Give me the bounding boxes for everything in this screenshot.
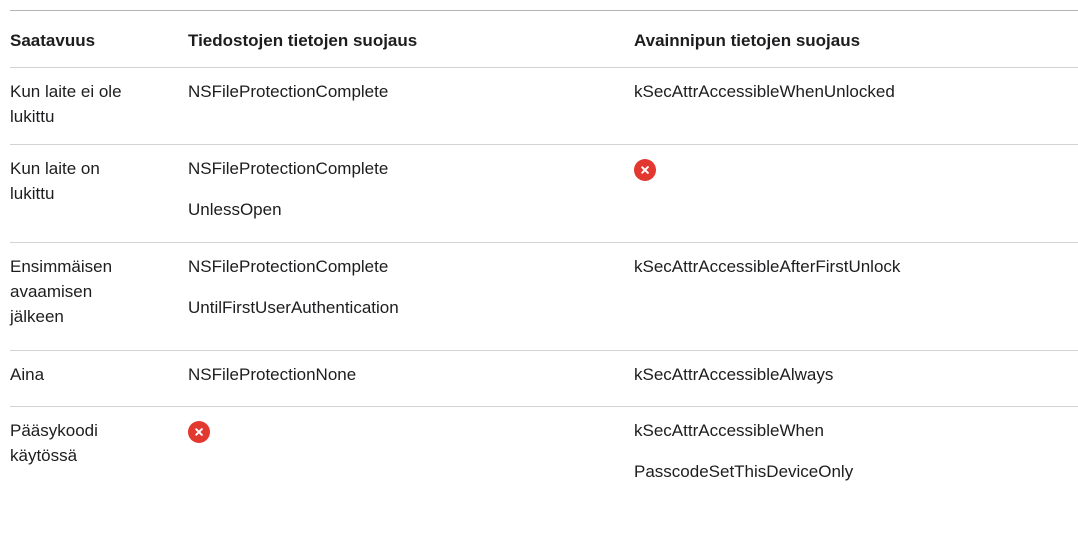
file-protection-cell: NSFileProtectionComplete UnlessOpen bbox=[188, 145, 634, 242]
keychain-protection-cell bbox=[634, 145, 1078, 242]
table-row: Kun laite ei ole lukittu NSFileProtectio… bbox=[10, 68, 1078, 145]
file-protection-cell: NSFileProtectionNone bbox=[188, 351, 634, 406]
availability-text: Pääsykoodi bbox=[10, 421, 98, 440]
table-header-row: Saatavuus Tiedostojen tietojen suojaus A… bbox=[10, 11, 1078, 68]
file-protection-text: NSFileProtectionComplete bbox=[188, 82, 389, 101]
header-keychain-protection: Avainnipun tietojen suojaus bbox=[634, 31, 861, 50]
keychain-protection-text: PasscodeSetThisDeviceOnly bbox=[634, 462, 854, 481]
availability-text: Aina bbox=[10, 365, 45, 384]
availability-text: jälkeen bbox=[10, 307, 64, 326]
file-protection-text: NSFileProtectionComplete bbox=[188, 257, 389, 276]
availability-text: käytössä bbox=[10, 446, 78, 465]
table-row: Aina NSFileProtectionNone kSecAttrAccess… bbox=[10, 351, 1078, 407]
file-protection-text: UntilFirstUserAuthentication bbox=[188, 298, 399, 317]
availability-text: lukittu bbox=[10, 184, 55, 203]
data-protection-table: Saatavuus Tiedostojen tietojen suojaus A… bbox=[10, 10, 1078, 533]
keychain-protection-cell: kSecAttrAccessibleWhen PasscodeSetThisDe… bbox=[634, 407, 1078, 533]
keychain-protection-text: kSecAttrAccessibleAfterFirstUnlock bbox=[634, 257, 901, 276]
keychain-protection-cell: kSecAttrAccessibleWhenUnlocked bbox=[634, 68, 1078, 144]
availability-cell: Kun laite ei ole lukittu bbox=[10, 68, 188, 144]
file-protection-text: NSFileProtectionNone bbox=[188, 365, 357, 384]
x-circle-icon bbox=[634, 159, 656, 181]
file-protection-text: UnlessOpen bbox=[188, 200, 282, 219]
keychain-protection-cell: kSecAttrAccessibleAlways bbox=[634, 351, 1078, 406]
header-file-protection: Tiedostojen tietojen suojaus bbox=[188, 31, 418, 50]
availability-text: Kun laite on bbox=[10, 159, 100, 178]
availability-text: avaamisen bbox=[10, 282, 93, 301]
availability-cell: Aina bbox=[10, 351, 188, 406]
availability-text: lukittu bbox=[10, 107, 55, 126]
table-row: Ensimmäisen avaamisen jälkeen NSFileProt… bbox=[10, 243, 1078, 351]
keychain-protection-text: kSecAttrAccessibleWhenUnlocked bbox=[634, 82, 895, 101]
file-protection-cell: NSFileProtectionComplete UntilFirstUserA… bbox=[188, 243, 634, 350]
file-protection-text: NSFileProtectionComplete bbox=[188, 159, 389, 178]
table-row: Kun laite on lukittu NSFileProtectionCom… bbox=[10, 145, 1078, 243]
availability-cell: Kun laite on lukittu bbox=[10, 145, 188, 242]
availability-cell: Pääsykoodi käytössä bbox=[10, 407, 188, 533]
header-availability: Saatavuus bbox=[10, 31, 96, 50]
availability-text: Kun laite ei ole bbox=[10, 82, 122, 101]
table-row: Pääsykoodi käytössä kSecAttrAccessibleWh… bbox=[10, 407, 1078, 533]
keychain-protection-text: kSecAttrAccessibleWhen bbox=[634, 421, 824, 440]
keychain-protection-cell: kSecAttrAccessibleAfterFirstUnlock bbox=[634, 243, 1078, 350]
keychain-protection-text: kSecAttrAccessibleAlways bbox=[634, 365, 834, 384]
availability-text: Ensimmäisen bbox=[10, 257, 113, 276]
file-protection-cell bbox=[188, 407, 634, 533]
availability-cell: Ensimmäisen avaamisen jälkeen bbox=[10, 243, 188, 350]
file-protection-cell: NSFileProtectionComplete bbox=[188, 68, 634, 144]
x-circle-icon bbox=[188, 421, 210, 443]
